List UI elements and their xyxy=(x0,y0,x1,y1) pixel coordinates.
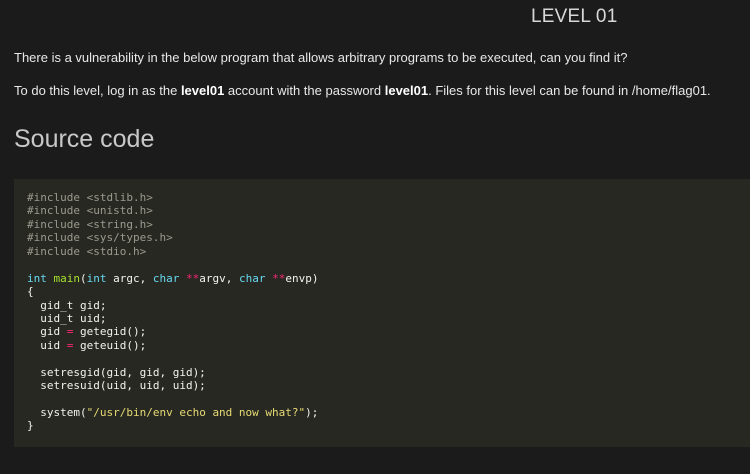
arg-type: int xyxy=(86,271,107,285)
include-directive: #include <sys/types.h> xyxy=(27,231,173,245)
include-directive: #include <string.h> xyxy=(27,217,153,231)
code-line-system-call: system("/usr/bin/env echo and now what?"… xyxy=(27,406,750,419)
declaration: uid_t uid; xyxy=(27,311,107,325)
system-call-suffix: ); xyxy=(305,406,319,419)
code-line-call: setresuid(uid, uid, uid); xyxy=(27,379,750,392)
login-middle: account with the password xyxy=(224,83,385,98)
code-line-include-2: #include <unistd.h> xyxy=(27,204,750,217)
login-suffix: . Files for this level can be found in /… xyxy=(428,83,711,98)
declaration: gid_t gid; xyxy=(27,298,107,312)
code-line-include-5: #include <stdio.h> xyxy=(27,245,750,258)
code-line-include-1: #include <stdlib.h> xyxy=(27,191,750,204)
assign-rhs: geteuid(); xyxy=(73,338,147,352)
code-line-decl: uid_t uid; xyxy=(27,312,750,325)
paren-open: ( xyxy=(80,271,87,285)
brace: { xyxy=(27,285,34,299)
include-directive: #include <stdlib.h> xyxy=(27,191,153,204)
account-name: level01 xyxy=(180,83,225,98)
section-heading: Source code xyxy=(14,125,155,153)
assign-rhs: getegid(); xyxy=(73,325,147,339)
code-line-include-3: #include <string.h> xyxy=(27,218,750,231)
arg-type: char xyxy=(238,271,266,285)
string-literal: "/usr/bin/env echo and now what?" xyxy=(86,406,306,419)
code-line-open-brace: { xyxy=(27,285,750,298)
pointer-operator: ** xyxy=(265,271,286,285)
include-directive: #include <unistd.h> xyxy=(27,204,153,218)
return-type: int xyxy=(27,271,47,285)
code-block[interactable]: #include <stdlib.h> #include <unistd.h> #i… xyxy=(14,179,750,447)
login-paragraph: To do this level, log in as the level01 … xyxy=(14,83,711,99)
assign-lhs: uid xyxy=(27,338,67,352)
login-prefix: To do this level, log in as the xyxy=(14,83,181,98)
code-line-decl: gid_t gid; xyxy=(27,299,750,312)
arg-name: argc, xyxy=(106,271,153,285)
code-line-call: setresgid(gid, gid, gid); xyxy=(27,366,750,379)
function-call: setresgid(gid, gid, gid); xyxy=(27,365,206,379)
code-line-close-brace: } xyxy=(27,419,750,432)
code-line-main-signature: int main(int argc, char **argv, char **e… xyxy=(27,272,750,285)
arg-name: envp) xyxy=(285,271,319,285)
function-name: main xyxy=(53,271,81,285)
system-call-prefix: system( xyxy=(27,406,87,419)
pointer-operator: ** xyxy=(179,271,200,285)
code-line-include-4: #include <sys/types.h> xyxy=(27,231,750,244)
include-directive: #include <stdio.h> xyxy=(27,244,147,258)
intro-paragraph: There is a vulnerability in the below pr… xyxy=(14,50,628,65)
function-call: setresuid(uid, uid, uid); xyxy=(27,379,206,393)
code-line-assign: uid = geteuid(); xyxy=(27,339,750,352)
assign-lhs: gid xyxy=(27,325,67,339)
page-title: LEVEL 01 xyxy=(531,6,618,27)
arg-name: argv, xyxy=(199,271,239,285)
arg-type: char xyxy=(152,271,180,285)
password-value: level01 xyxy=(384,83,429,98)
brace: } xyxy=(27,419,34,433)
code-line-assign: gid = getegid(); xyxy=(27,325,750,338)
